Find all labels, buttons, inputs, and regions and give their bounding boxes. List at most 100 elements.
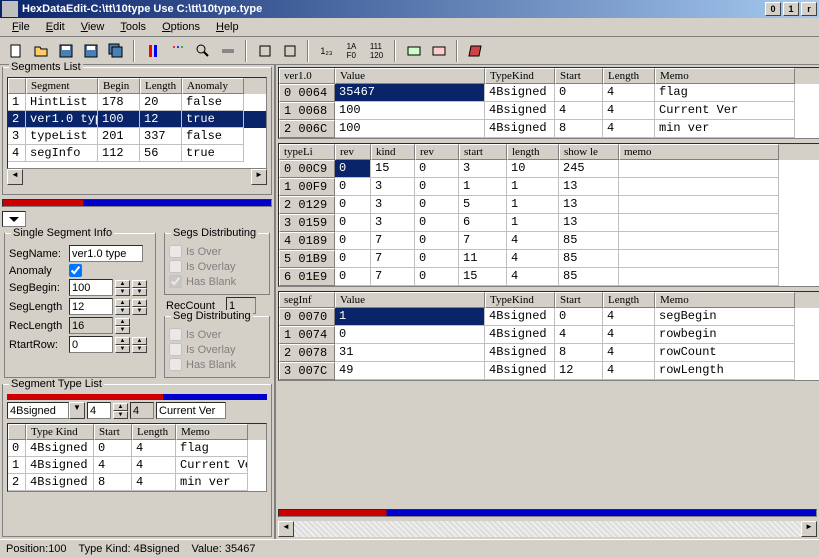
tool8-icon[interactable]: 1AF0 [340,40,363,62]
app-icon [2,1,18,17]
menu-tools[interactable]: Tools [112,19,154,35]
spin-up[interactable]: ▲ [115,280,130,288]
seglength-label: SegLength [9,301,67,313]
table-row[interactable]: 0 00C90150310245 [279,160,819,178]
tool1-icon[interactable] [141,40,164,62]
find-icon[interactable] [191,40,214,62]
tool5-icon[interactable] [253,40,276,62]
seglength-input[interactable] [69,298,113,315]
table-row[interactable]: 3typeList201337false [8,128,266,145]
table-row[interactable]: 0 0064354674Bsigned04flag [279,84,819,102]
hasblank-check [169,275,182,288]
open-icon[interactable] [29,40,52,62]
tool9-icon[interactable]: 111120 [365,40,388,62]
anomaly-label: Anomaly [9,265,67,277]
table-row[interactable]: 2 006C1004Bsigned84min ver [279,120,819,138]
table1-grid[interactable]: ver1.0 Value TypeKind Start Length Memo … [278,67,819,139]
segments-list-group: Segments List Segment Begin Length Anoma… [2,67,272,195]
col-segment[interactable]: Segment [26,78,98,94]
table-row[interactable]: 04Bsigned04flag [8,440,266,457]
table3-grid[interactable]: segInf Value TypeKind Start Length Memo … [278,291,819,381]
menubar: File Edit View Tools Options Help [0,18,819,37]
tool6-icon[interactable] [278,40,301,62]
new-icon[interactable] [4,40,27,62]
anomaly-checkbox[interactable] [69,264,82,277]
save-as-icon[interactable] [79,40,102,62]
col-length[interactable]: Length [140,78,182,94]
segment-type-grid[interactable]: Type Kind Start Length Memo 04Bsigned04f… [7,423,267,492]
segbegin-input[interactable] [69,279,113,296]
menu-help[interactable]: Help [208,19,247,35]
isoverlay-check [169,260,182,273]
toolbar: 1₂₃ 1AF0 111120 [0,37,819,65]
table-row[interactable]: 4 01890707485 [279,232,819,250]
seg-dist-group: Seg Distributing Is Over Is Overlay Has … [164,316,270,378]
status-position: Position:100 [6,543,67,555]
tool4-icon[interactable] [216,40,239,62]
tool7-icon[interactable]: 1₂₃ [315,40,338,62]
table-row[interactable]: 1HintList17820false [8,94,266,111]
table-row[interactable]: 4segInfo11256true [8,145,266,162]
tool11-icon[interactable] [427,40,450,62]
help-icon[interactable] [464,40,487,62]
statusbar: Position:100 Type Kind: 4Bsigned Value: … [0,539,819,558]
rtartrow-input[interactable] [69,336,113,353]
spin-down2[interactable]: ▼ [132,288,147,296]
single-segment-label: Single Segment Info [11,227,114,239]
col-anomaly[interactable]: Anomaly [182,78,244,94]
table-row[interactable]: 3 007C494Bsigned124rowLength [279,362,819,380]
save-icon[interactable] [54,40,77,62]
segs-dist-label: Segs Distributing [171,227,258,239]
table-row[interactable]: 1 00681004Bsigned44Current Ver [279,102,819,120]
table-row[interactable]: 24Bsigned84min ver [8,474,266,491]
typelist-v1[interactable] [87,402,111,419]
minimize-button[interactable]: 0 [765,2,781,16]
maximize-button[interactable]: 1 [783,2,799,16]
tool10-icon[interactable] [402,40,425,62]
reclength-label: RecLength [9,320,67,332]
window-title: HexDataEdit-C:\tt\10type Use C:\tt\10typ… [22,3,765,15]
segname-label: SegName: [9,248,67,260]
segments-list-label: Segments List [9,61,83,73]
menu-view[interactable]: View [73,19,113,35]
menu-file[interactable]: File [4,19,38,35]
typelist-v2 [130,402,154,419]
spin-down[interactable]: ▼ [115,288,130,296]
table-row[interactable]: 5 01B907011485 [279,250,819,268]
table-row[interactable]: 1 00F90301113 [279,178,819,196]
status-value: Value: 35467 [191,543,255,555]
spin-up2[interactable]: ▲ [132,280,147,288]
single-segment-group: Single Segment Info SegName: Anomaly Seg… [4,233,156,378]
scrollbar-h[interactable]: ◄► [7,169,267,185]
saveall-icon[interactable] [104,40,127,62]
dropdown-toggle[interactable] [2,211,26,227]
color-bar2 [7,394,267,400]
typelist-v3[interactable] [156,402,226,419]
isover-check [169,245,182,258]
close-button[interactable]: r [801,2,817,16]
typekind-dropdown[interactable] [7,402,69,419]
table-row[interactable]: 3 01590306113 [279,214,819,232]
table-row[interactable]: 6 01E907015485 [279,268,819,286]
menu-edit[interactable]: Edit [38,19,73,35]
col-num[interactable] [8,78,26,94]
table-row[interactable]: 14Bsigned44Current Ver [8,457,266,474]
color-bar [2,199,272,207]
table-row[interactable]: 2 01290305113 [279,196,819,214]
table-row[interactable]: 1 007404Bsigned44rowbegin [279,326,819,344]
segname-input[interactable] [69,245,143,262]
dropdown-btn[interactable]: ▼ [69,402,85,419]
table-row[interactable]: 2ver1.0 type10012true [8,111,266,128]
tool2-icon[interactable] [166,40,189,62]
table-row[interactable]: 0 007014Bsigned04segBegin [279,308,819,326]
col-begin[interactable]: Begin [98,78,140,94]
segment-type-list-group: Segment Type List ▼ ▲▼ Type Kind Start L… [2,384,272,537]
table2-grid[interactable]: typeLi rev kind rev start length show le… [278,143,819,287]
segbegin-label: SegBegin: [9,282,67,294]
rtartrow-label: RtartRow: [9,339,67,351]
table-row[interactable]: 2 0078314Bsigned84rowCount [279,344,819,362]
scrollbar-h-right[interactable]: ◄► [278,521,817,537]
segment-type-list-label: Segment Type List [9,378,104,390]
segments-list-grid[interactable]: Segment Begin Length Anomaly 1HintList17… [7,77,267,169]
menu-options[interactable]: Options [154,19,208,35]
